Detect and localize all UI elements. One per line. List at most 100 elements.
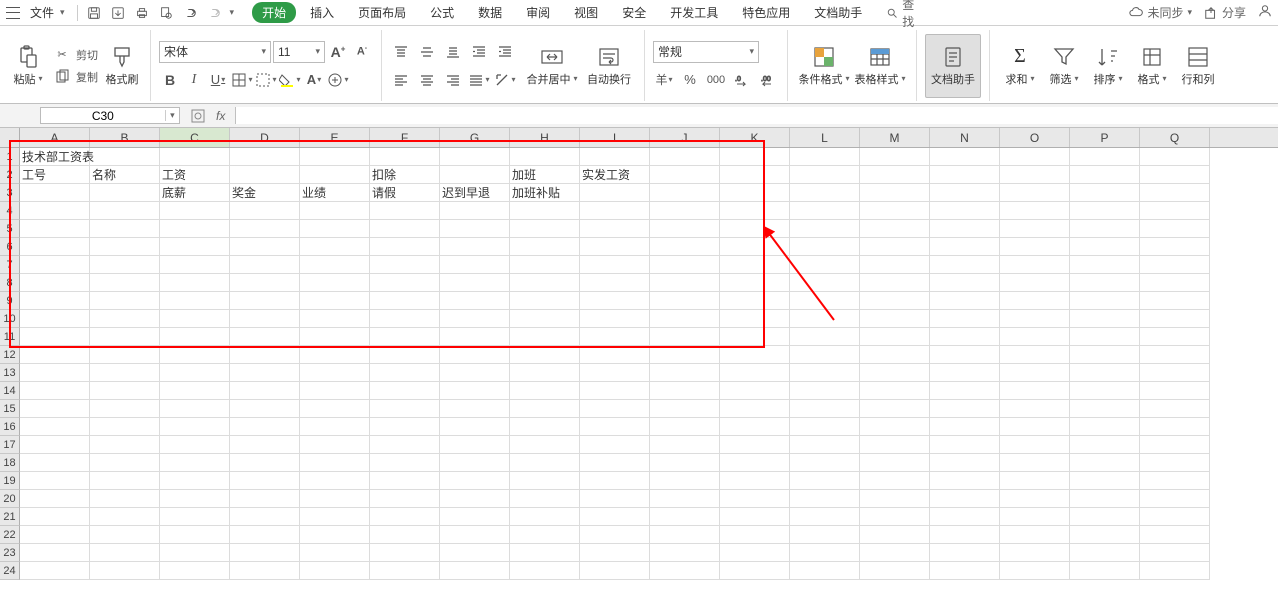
cell[interactable] (860, 148, 930, 166)
cell[interactable] (510, 364, 580, 382)
row-header[interactable]: 21 (0, 508, 20, 526)
cell[interactable] (790, 184, 860, 202)
cell[interactable] (370, 310, 440, 328)
cell[interactable] (720, 274, 790, 292)
cell[interactable] (720, 292, 790, 310)
cell[interactable] (20, 382, 90, 400)
cell[interactable] (230, 562, 300, 580)
cell[interactable] (860, 400, 930, 418)
cell[interactable] (20, 544, 90, 562)
cell[interactable] (1000, 454, 1070, 472)
tab-insert[interactable]: 插入 (300, 2, 344, 23)
cell[interactable] (160, 346, 230, 364)
format-button[interactable]: 格式▾ (1130, 34, 1174, 98)
cell[interactable] (230, 274, 300, 292)
cell[interactable] (1000, 364, 1070, 382)
row-header[interactable]: 22 (0, 526, 20, 544)
cell[interactable]: 名称 (90, 166, 160, 184)
cell[interactable] (1000, 202, 1070, 220)
cell[interactable] (510, 526, 580, 544)
cell[interactable] (720, 364, 790, 382)
cell[interactable] (1070, 238, 1140, 256)
cell[interactable] (1000, 544, 1070, 562)
cell[interactable] (580, 508, 650, 526)
format-painter-button[interactable]: 格式刷 (102, 34, 142, 98)
cell[interactable] (790, 346, 860, 364)
cell[interactable] (1140, 562, 1210, 580)
cell[interactable] (930, 184, 1000, 202)
print-preview-icon[interactable] (158, 5, 174, 21)
cell[interactable] (860, 526, 930, 544)
cell[interactable] (160, 364, 230, 382)
chevron-down-icon[interactable]: ▾ (230, 7, 235, 18)
cell[interactable] (650, 490, 720, 508)
row-header[interactable]: 19 (0, 472, 20, 490)
align-middle-button[interactable] (416, 41, 438, 63)
cell[interactable] (860, 166, 930, 184)
cell[interactable] (510, 310, 580, 328)
cell[interactable] (930, 526, 1000, 544)
cell[interactable] (720, 184, 790, 202)
cell[interactable] (1070, 490, 1140, 508)
cell[interactable] (440, 382, 510, 400)
cell[interactable] (860, 418, 930, 436)
cell[interactable] (1070, 526, 1140, 544)
cell[interactable] (1000, 166, 1070, 184)
cell[interactable] (510, 382, 580, 400)
cell[interactable] (930, 364, 1000, 382)
cell[interactable] (720, 382, 790, 400)
cell[interactable] (370, 508, 440, 526)
cell[interactable] (720, 400, 790, 418)
cell[interactable] (160, 418, 230, 436)
cell[interactable] (300, 454, 370, 472)
cell[interactable] (1070, 148, 1140, 166)
cell[interactable] (860, 310, 930, 328)
cell[interactable] (930, 544, 1000, 562)
cell[interactable] (930, 148, 1000, 166)
cell[interactable] (440, 310, 510, 328)
cell[interactable] (650, 238, 720, 256)
tab-security[interactable]: 安全 (612, 2, 656, 23)
cell[interactable] (20, 292, 90, 310)
cell[interactable] (1000, 346, 1070, 364)
cell[interactable] (370, 382, 440, 400)
cell[interactable] (790, 364, 860, 382)
cell[interactable] (1070, 202, 1140, 220)
decrease-indent-button[interactable] (468, 41, 490, 63)
cell[interactable] (650, 328, 720, 346)
cell[interactable] (580, 292, 650, 310)
cell[interactable] (1140, 310, 1210, 328)
cell[interactable] (300, 238, 370, 256)
column-header[interactable]: A (20, 128, 90, 147)
phonetic-button[interactable]: ▾ (327, 69, 349, 91)
cell[interactable] (370, 490, 440, 508)
copy-button[interactable]: 复制 (54, 67, 98, 87)
cell[interactable]: 加班 (510, 166, 580, 184)
cell[interactable] (160, 382, 230, 400)
cell[interactable] (90, 292, 160, 310)
column-header[interactable]: L (790, 128, 860, 147)
cell[interactable] (510, 562, 580, 580)
cell[interactable] (90, 562, 160, 580)
cell[interactable] (1070, 256, 1140, 274)
cell[interactable] (1140, 256, 1210, 274)
cell[interactable] (160, 292, 230, 310)
cell[interactable] (230, 454, 300, 472)
cell[interactable] (580, 526, 650, 544)
number-format-combo[interactable]: 常规▾ (653, 41, 759, 63)
underline-button[interactable]: U▾ (207, 69, 229, 91)
cell[interactable] (930, 256, 1000, 274)
italic-button[interactable]: I (183, 69, 205, 91)
cell[interactable] (510, 238, 580, 256)
cell[interactable] (90, 490, 160, 508)
cell[interactable] (300, 364, 370, 382)
cell[interactable] (790, 400, 860, 418)
cell[interactable] (90, 454, 160, 472)
cell[interactable] (580, 436, 650, 454)
column-header[interactable]: D (230, 128, 300, 147)
cell[interactable] (1000, 220, 1070, 238)
cell[interactable] (580, 274, 650, 292)
cell[interactable] (90, 256, 160, 274)
cell[interactable] (790, 202, 860, 220)
cell[interactable] (720, 544, 790, 562)
